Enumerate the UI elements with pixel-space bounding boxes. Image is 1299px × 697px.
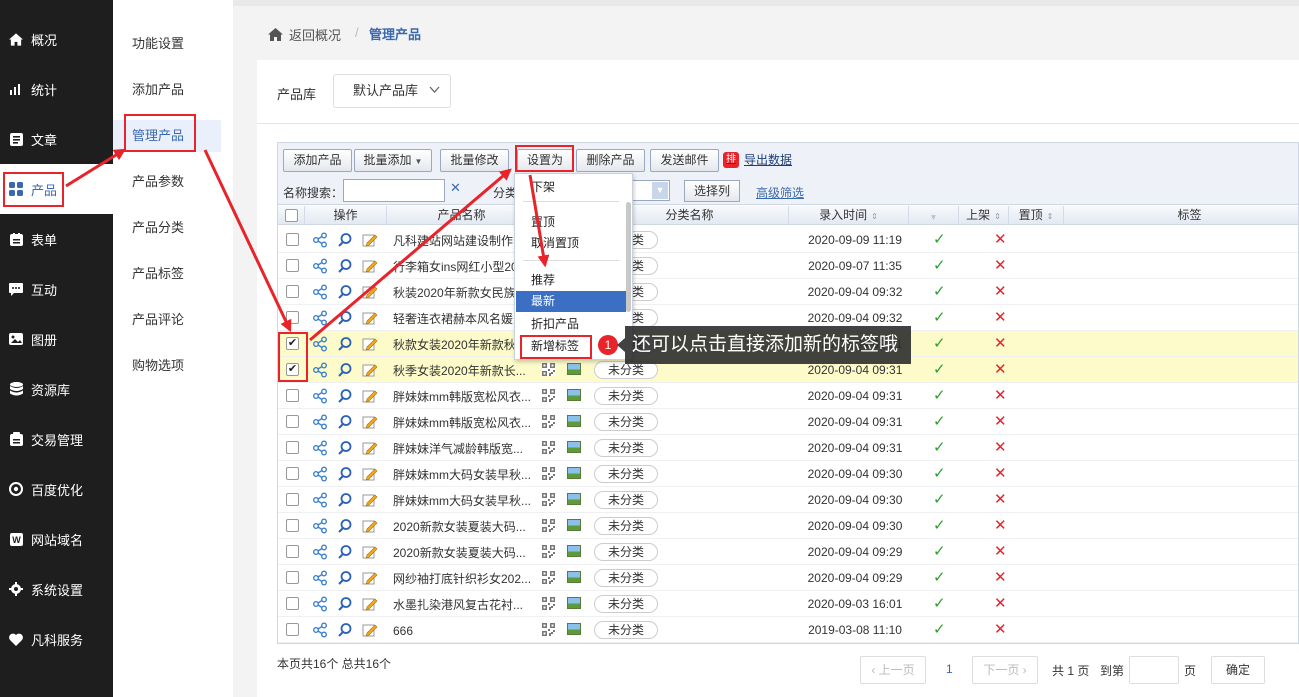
chevron-right-icon: › [1019,663,1027,677]
prev-page-label: 上一页 [878,663,915,677]
page-count-text: 本页共16个 总共16个 [277,657,392,671]
annotation-arrows [65,148,550,342]
arrow-subnav-to-rows [203,149,292,333]
chevron-left-icon: ‹ [871,663,879,677]
goto-page-input[interactable] [1129,656,1179,684]
goto-label: 到第 [1100,664,1125,678]
page-unit: 页 [1184,664,1197,678]
arrow-nav-to-subnav [65,148,127,188]
total-pages: 共 1 页 [1052,664,1090,678]
prev-page-button[interactable]: ‹ 上一页 [860,656,926,684]
page-number[interactable]: 1 [946,662,953,676]
arrow-set-as-to-menu [528,174,550,268]
next-page-label: 下一页 [983,663,1020,677]
arrow-rows-to-set-as [309,168,512,342]
next-page-button[interactable]: 下一页 › [972,656,1038,684]
confirm-button[interactable]: 确定 [1211,656,1265,684]
